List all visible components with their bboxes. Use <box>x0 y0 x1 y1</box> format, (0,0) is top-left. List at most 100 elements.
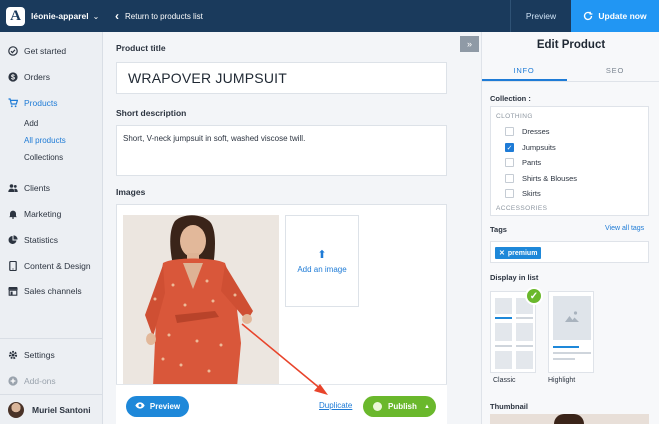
sidebar-item-clients[interactable]: Clients <box>8 183 50 193</box>
sidebar-divider <box>0 338 103 339</box>
collection-option-label: Dresses <box>522 127 550 136</box>
back-to-products-link[interactable]: ‹ Return to products list <box>115 0 203 32</box>
caret-up-icon[interactable]: ▲ <box>424 404 430 410</box>
product-title-input[interactable]: WRAPOVER JUMPSUIT <box>116 62 447 94</box>
sidebar-item-settings[interactable]: Settings <box>8 350 55 360</box>
sidebar-subitem-add[interactable]: Add <box>24 119 38 128</box>
collection-option-skirts[interactable]: Skirts <box>505 189 541 198</box>
tab-seo[interactable]: SEO <box>573 66 657 75</box>
eye-icon <box>135 402 145 411</box>
publish-button[interactable]: Publish ▲ <box>363 396 436 417</box>
store-name: léonie-apparel <box>31 11 89 21</box>
sidebar-item-statistics[interactable]: Statistics <box>8 235 58 245</box>
refresh-icon <box>584 11 593 21</box>
sidebar-item-add-ons[interactable]: Add-ons <box>8 376 56 386</box>
tab-info[interactable]: INFO <box>482 66 566 75</box>
collection-option-label: Skirts <box>522 189 541 198</box>
product-editor: Product title WRAPOVER JUMPSUIT Short de… <box>103 32 481 424</box>
top-preview-label: Preview <box>525 11 557 21</box>
layout-option-highlight[interactable] <box>548 291 594 373</box>
image-placeholder-icon <box>565 311 579 322</box>
display-in-list-label: Display in list <box>490 273 539 282</box>
chevron-down-icon: ⌄ <box>92 11 100 21</box>
checkbox[interactable] <box>505 158 514 167</box>
sidebar-item-sales-channels[interactable]: Sales channels <box>8 286 82 296</box>
sidebar: Get started $ Orders Products Add All pr… <box>0 32 103 424</box>
active-tab-indicator <box>482 79 567 81</box>
collection-group-heading: ACCESSORIES <box>496 205 548 212</box>
user-profile[interactable]: Muriel Santoni <box>8 402 91 418</box>
sidebar-item-marketing[interactable]: Marketing <box>8 209 61 219</box>
tags-input[interactable]: ✕ premium <box>490 241 649 263</box>
double-chevron-right-icon: » <box>466 39 472 49</box>
checkbox[interactable] <box>505 174 514 183</box>
edit-product-panel: Edit Product INFO SEO Collection : CLOTH… <box>481 32 659 424</box>
collection-option-dresses[interactable]: Dresses <box>505 127 550 136</box>
sidebar-item-label: Marketing <box>24 209 62 219</box>
layout-name-classic: Classic <box>493 377 516 384</box>
back-link-label: Return to products list <box>125 11 203 21</box>
sidebar-item-orders[interactable]: $ Orders <box>8 72 50 82</box>
collapse-panel-button[interactable]: » <box>460 36 479 52</box>
sidebar-item-get-started[interactable]: Get started <box>8 46 66 56</box>
upload-icon: ⬆ <box>317 249 327 261</box>
top-preview-button[interactable]: Preview <box>510 0 571 32</box>
sidebar-item-label: Clients <box>24 183 50 193</box>
checkbox-checked[interactable]: ✓ <box>505 143 514 152</box>
tag-chip[interactable]: ✕ premium <box>495 247 542 259</box>
collection-option-label: Jumpsuits <box>522 143 556 152</box>
sidebar-subitem-collections[interactable]: Collections <box>24 153 63 162</box>
product-title-label: Product title <box>116 43 166 53</box>
sidebar-item-label: Content & Design <box>24 261 91 271</box>
thumbnail-label: Thumbnail <box>490 402 528 411</box>
users-icon <box>8 183 18 193</box>
sidebar-item-label: Settings <box>24 350 55 360</box>
svg-text:$: $ <box>11 74 15 81</box>
sidebar-item-label: Sales channels <box>24 286 82 296</box>
panel-title: Edit Product <box>536 39 606 51</box>
update-now-button[interactable]: Update now <box>571 0 659 32</box>
collection-label: Collection : <box>490 94 531 103</box>
preview-button[interactable]: Preview <box>126 396 189 417</box>
pie-chart-icon <box>8 235 18 245</box>
status-dot-icon <box>373 402 382 411</box>
sidebar-item-content-design[interactable]: Content & Design <box>8 261 91 271</box>
collection-list[interactable]: CLOTHING Dresses ✓ Jumpsuits Pants Shirt… <box>490 106 649 216</box>
sidebar-item-label: Get started <box>24 46 67 56</box>
thumbnail-image[interactable] <box>490 414 649 424</box>
sidebar-subitem-all-products[interactable]: All products <box>24 136 66 145</box>
action-bar: Preview Duplicate Publish ▲ <box>116 384 447 424</box>
bell-icon <box>8 209 18 219</box>
view-all-tags-link[interactable]: View all tags <box>605 225 644 232</box>
collection-option-label: Shirts & Blouses <box>522 174 578 183</box>
sidebar-item-products[interactable]: Products <box>8 98 58 108</box>
tag-label: premium <box>507 249 538 257</box>
collection-option-shirts-blouses[interactable]: Shirts & Blouses <box>505 174 577 183</box>
collection-option-label: Pants <box>522 158 542 167</box>
dollar-circle-icon: $ <box>8 72 18 82</box>
sidebar-item-label: Products <box>24 98 58 108</box>
store-switcher[interactable]: A léonie-apparel ⌄ <box>0 0 103 32</box>
collection-group-heading: CLOTHING <box>496 113 533 120</box>
remove-tag-icon[interactable]: ✕ <box>499 249 505 257</box>
checkbox[interactable] <box>505 189 514 198</box>
store-icon <box>8 286 18 296</box>
product-photo <box>123 215 279 387</box>
tablet-icon <box>8 261 18 271</box>
duplicate-link[interactable]: Duplicate <box>319 401 352 410</box>
store-logo: A <box>6 6 25 26</box>
images-label: Images <box>116 187 146 197</box>
short-description-label: Short description <box>116 108 187 118</box>
collection-option-jumpsuits[interactable]: ✓ Jumpsuits <box>505 143 556 152</box>
checkbox[interactable] <box>505 127 514 136</box>
product-image[interactable] <box>123 215 279 387</box>
sidebar-item-label: Orders <box>24 72 50 82</box>
layout-name-highlight: Highlight <box>548 377 576 384</box>
sidebar-divider <box>0 394 103 395</box>
add-image-button[interactable]: ⬆ Add an image <box>285 215 359 307</box>
selected-check-icon: ✓ <box>525 287 543 305</box>
collection-option-pants[interactable]: Pants <box>505 158 541 167</box>
short-description-input[interactable]: Short, V-neck jumpsuit in soft, washed v… <box>116 125 447 176</box>
tab-divider <box>482 81 659 82</box>
user-name: Muriel Santoni <box>32 405 91 415</box>
